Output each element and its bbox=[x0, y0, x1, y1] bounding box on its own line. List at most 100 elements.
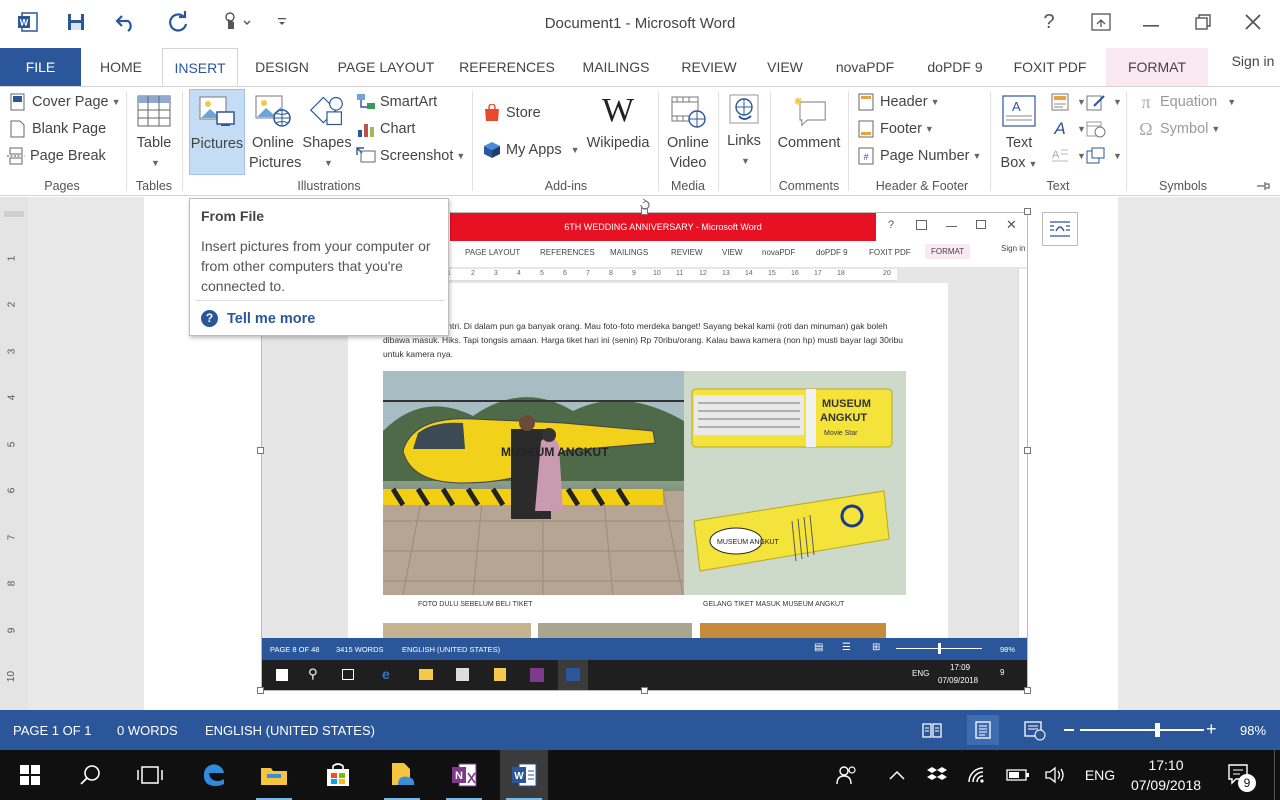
volume-icon[interactable] bbox=[1042, 750, 1070, 800]
comment-button[interactable]: Comment bbox=[774, 93, 844, 153]
tab-format[interactable]: FORMAT bbox=[1106, 48, 1208, 86]
store-app-icon[interactable] bbox=[314, 750, 362, 800]
start-button[interactable] bbox=[6, 750, 54, 800]
tab-page-layout[interactable]: PAGE LAYOUT bbox=[330, 48, 442, 86]
task-view-icon[interactable] bbox=[126, 750, 174, 800]
tab-review[interactable]: REVIEW bbox=[672, 48, 746, 86]
zoom-slider-thumb[interactable] bbox=[1155, 723, 1160, 737]
ribbon: Cover Page ▼ Blank Page Page Break Pages … bbox=[0, 86, 1280, 196]
tell-me-more-link[interactable]: ? Tell me more bbox=[201, 310, 315, 327]
file-sync-app-icon[interactable] bbox=[378, 750, 426, 800]
tab-design[interactable]: DESIGN bbox=[246, 48, 318, 86]
signature-line-button[interactable]: ▼ bbox=[1086, 91, 1122, 113]
tab-view[interactable]: VIEW bbox=[758, 48, 812, 86]
tab-foxit-pdf[interactable]: FOXIT PDF bbox=[1006, 48, 1094, 86]
cover-page-button[interactable]: Cover Page ▼ bbox=[8, 91, 121, 113]
screenshot-button[interactable]: Screenshot ▼ bbox=[356, 145, 465, 167]
thumbnail-photo bbox=[538, 623, 692, 638]
tab-file[interactable]: FILE bbox=[0, 48, 81, 86]
tab-insert[interactable]: INSERT bbox=[162, 48, 238, 86]
print-layout-icon[interactable] bbox=[967, 715, 999, 745]
header-button[interactable]: Header ▼ bbox=[856, 91, 939, 113]
online-pictures-button[interactable]: Online Pictures bbox=[249, 93, 301, 173]
page-count-status[interactable]: PAGE 1 OF 1 bbox=[13, 723, 92, 738]
shapes-button[interactable]: Shapes ▼ bbox=[302, 93, 352, 173]
wikipedia-button[interactable]: W Wikipedia bbox=[582, 93, 654, 153]
equation-button[interactable]: π Equation ▼ bbox=[1136, 91, 1236, 113]
resize-handle[interactable] bbox=[1024, 687, 1031, 694]
ticket-wristband-photo: MUSEUM ANGKUT Movie Star MUSEUM ANGKUT bbox=[684, 371, 906, 595]
clock-date: 07/09/2018 bbox=[1130, 777, 1202, 793]
pictures-button[interactable]: Pictures bbox=[189, 89, 245, 175]
text-box-button[interactable]: A Text Box ▼ bbox=[996, 93, 1042, 174]
show-hidden-icons-icon[interactable] bbox=[884, 750, 910, 800]
footer-button[interactable]: Footer ▼ bbox=[856, 118, 934, 140]
store-button[interactable]: Store bbox=[482, 102, 541, 124]
links-button[interactable]: Links ▼ bbox=[722, 91, 766, 171]
read-mode-icon[interactable] bbox=[922, 721, 942, 742]
zoom-in-button[interactable]: + bbox=[1206, 719, 1217, 740]
rotate-handle[interactable] bbox=[639, 197, 651, 215]
page-number-icon: # bbox=[856, 146, 876, 166]
online-video-button[interactable]: Online Video bbox=[662, 93, 714, 173]
tab-novapdf[interactable]: novaPDF bbox=[826, 48, 904, 86]
web-layout-icon[interactable] bbox=[1024, 721, 1046, 744]
group-label-pages: Pages bbox=[44, 179, 80, 193]
tab-dopdf[interactable]: doPDF 9 bbox=[918, 48, 992, 86]
embedded-restore-icon bbox=[976, 220, 986, 229]
smartart-button[interactable]: SmartArt bbox=[356, 91, 437, 113]
vertical-ruler[interactable]: 1 2 3 4 5 6 7 8 9 10 bbox=[0, 197, 28, 710]
pin-ribbon-icon[interactable] bbox=[1256, 179, 1270, 197]
minimize-button[interactable] bbox=[1136, 10, 1166, 34]
people-icon[interactable] bbox=[832, 750, 862, 800]
resize-handle[interactable] bbox=[1024, 447, 1031, 454]
zoom-level[interactable]: 98% bbox=[1240, 723, 1266, 738]
battery-icon[interactable] bbox=[1004, 750, 1032, 800]
language-status[interactable]: ENGLISH (UNITED STATES) bbox=[205, 723, 375, 738]
dropbox-icon[interactable] bbox=[924, 750, 950, 800]
file-explorer-icon[interactable] bbox=[250, 750, 298, 800]
wordart-button[interactable]: A ▼ bbox=[1050, 118, 1086, 140]
embedded-window-title: 6TH WEDDING ANNIVERSARY - Microsoft Word bbox=[450, 213, 876, 241]
edge-browser-icon[interactable] bbox=[190, 750, 238, 800]
tab-mailings[interactable]: MAILINGS bbox=[572, 48, 660, 86]
word-taskbar-icon[interactable]: W bbox=[500, 750, 548, 800]
wifi-icon[interactable] bbox=[964, 750, 992, 800]
group-label-add-ins: Add-ins bbox=[544, 179, 588, 193]
sign-in-link[interactable]: Sign in bbox=[1226, 42, 1280, 80]
tab-references[interactable]: REFERENCES bbox=[454, 48, 560, 86]
show-desktop-button[interactable] bbox=[1274, 750, 1280, 800]
restore-button[interactable] bbox=[1188, 10, 1218, 34]
zoom-out-button[interactable] bbox=[1064, 729, 1074, 731]
tab-home[interactable]: HOME bbox=[88, 48, 154, 86]
object-button[interactable]: ▼ bbox=[1086, 145, 1122, 167]
page-number-button[interactable]: # Page Number ▼ bbox=[856, 145, 981, 167]
action-center-icon[interactable]: 9 bbox=[1222, 750, 1258, 800]
word-count-status[interactable]: 0 WORDS bbox=[117, 723, 178, 738]
drop-cap-button[interactable]: A ▼ bbox=[1050, 145, 1086, 167]
embedded-help-icon: ? bbox=[888, 219, 895, 231]
input-language-indicator[interactable]: ENG bbox=[1080, 750, 1120, 800]
zoom-slider[interactable] bbox=[1080, 723, 1204, 737]
layout-options-button[interactable] bbox=[1042, 212, 1078, 246]
title-bar: W Document1 - Microsoft Word ? bbox=[0, 0, 1280, 48]
ribbon-display-options-button[interactable] bbox=[1086, 10, 1116, 34]
date-time-button[interactable] bbox=[1086, 118, 1110, 140]
quick-parts-button[interactable]: ▼ bbox=[1050, 91, 1086, 113]
close-button[interactable] bbox=[1238, 10, 1268, 34]
search-icon[interactable] bbox=[66, 750, 114, 800]
chart-button[interactable]: Chart bbox=[356, 118, 415, 140]
page-break-button[interactable]: Page Break bbox=[6, 145, 106, 167]
resize-handle[interactable] bbox=[641, 687, 648, 694]
symbol-button[interactable]: Ω Symbol ▼ bbox=[1136, 118, 1220, 140]
my-apps-button[interactable]: My Apps ▼ bbox=[482, 139, 580, 161]
table-button[interactable]: Table ▼ bbox=[132, 93, 176, 173]
resize-handle[interactable] bbox=[257, 447, 264, 454]
help-button[interactable]: ? bbox=[1034, 10, 1064, 34]
resize-handle[interactable] bbox=[257, 687, 264, 694]
clock[interactable]: 17:10 07/09/2018 bbox=[1124, 750, 1208, 800]
onenote-icon[interactable]: N bbox=[440, 750, 488, 800]
blank-page-button[interactable]: Blank Page bbox=[8, 118, 106, 140]
resize-handle[interactable] bbox=[1024, 208, 1031, 215]
svg-text:MUSEUM ANGKUT: MUSEUM ANGKUT bbox=[717, 539, 780, 546]
